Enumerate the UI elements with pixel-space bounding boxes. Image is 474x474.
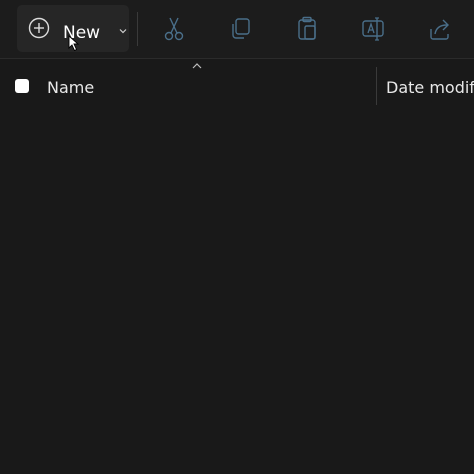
share-icon bbox=[430, 19, 449, 40]
copy-button[interactable] bbox=[225, 14, 255, 44]
rename-button[interactable] bbox=[358, 14, 388, 44]
cut-button[interactable] bbox=[159, 14, 189, 44]
chevron-down-icon bbox=[119, 29, 127, 34]
column-resize-handle[interactable] bbox=[376, 67, 377, 105]
file-explorer-window: New Name Date modif bbox=[0, 0, 474, 474]
plus-circle-icon bbox=[28, 17, 50, 39]
copy-icon bbox=[232, 18, 250, 39]
column-header-date-modified[interactable]: Date modified bbox=[386, 79, 474, 97]
sort-ascending-icon bbox=[192, 63, 202, 69]
toolbar-divider bbox=[137, 12, 138, 46]
column-header-row: Name Date modified bbox=[0, 58, 474, 106]
column-header-name[interactable]: Name bbox=[47, 79, 94, 97]
share-button[interactable] bbox=[425, 14, 455, 44]
mouse-pointer-icon bbox=[68, 35, 80, 52]
command-bar: New bbox=[0, 0, 474, 58]
file-list-area[interactable] bbox=[0, 106, 474, 474]
cut-icon bbox=[164, 17, 184, 41]
rename-icon bbox=[362, 17, 384, 41]
paste-button[interactable] bbox=[292, 14, 322, 44]
select-all-checkbox[interactable] bbox=[15, 79, 29, 93]
paste-icon bbox=[298, 16, 316, 40]
